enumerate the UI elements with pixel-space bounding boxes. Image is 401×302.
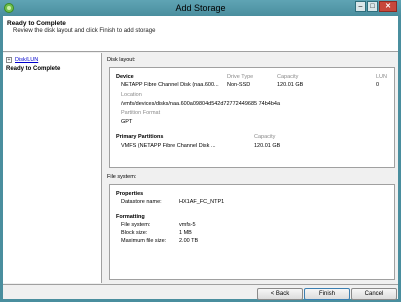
lun-header: LUN bbox=[376, 74, 388, 80]
wizard-client-area: Ready to Complete Review the disk layout… bbox=[3, 16, 398, 300]
partition-format-value: GPT bbox=[121, 119, 133, 125]
drive-type-value: Non-SSD bbox=[227, 82, 251, 88]
file-system-type-value: vmfs-5 bbox=[179, 222, 196, 228]
partition-capacity-value: 120.01 GB bbox=[254, 143, 281, 149]
maximize-button[interactable]: □ bbox=[367, 1, 378, 12]
wizard-steps-nav: + Disk/LUN Ready to Complete bbox=[3, 53, 102, 283]
cancel-button[interactable]: Cancel bbox=[351, 288, 397, 300]
disk-layout-label: Disk layout: bbox=[107, 57, 136, 63]
back-button[interactable]: < Back bbox=[257, 288, 303, 300]
disk-layout-panel: Device Drive Type Capacity LUN NETAPP Fi… bbox=[109, 67, 395, 168]
max-file-size-label: Maximum file size: bbox=[121, 238, 167, 244]
minimize-button[interactable]: – bbox=[355, 1, 366, 12]
nav-current-step: Ready to Complete bbox=[6, 66, 61, 72]
window-title: Add Storage bbox=[175, 3, 226, 13]
datastore-name-value: HX1AF_FC_NTP1 bbox=[179, 199, 225, 205]
partition-format-label: Partition Format bbox=[121, 110, 161, 116]
device-header: Device bbox=[116, 74, 134, 80]
close-button[interactable]: ✕ bbox=[379, 1, 397, 12]
caption-buttons: – □ ✕ bbox=[355, 1, 397, 12]
max-file-size-value: 2.00 TB bbox=[179, 238, 199, 244]
title-bar[interactable]: Add Storage – □ ✕ bbox=[0, 0, 401, 16]
expand-icon[interactable]: + bbox=[6, 57, 12, 63]
datastore-name-label: Datastore name: bbox=[121, 199, 162, 205]
page-subtitle: Review the disk layout and click Finish … bbox=[13, 28, 156, 34]
drive-type-header: Drive Type bbox=[227, 74, 254, 80]
lun-value: 0 bbox=[376, 82, 380, 88]
file-system-label: File system: bbox=[107, 174, 137, 180]
page-title: Ready to Complete bbox=[7, 20, 66, 27]
formatting-header: Formatting bbox=[116, 214, 145, 220]
footer-separator bbox=[3, 284, 398, 285]
capacity-value: 120.01 GB bbox=[277, 82, 304, 88]
nav-step-disk-lun: + Disk/LUN bbox=[6, 57, 38, 63]
partition-capacity-header: Capacity bbox=[254, 134, 276, 140]
primary-partitions-header: Primary Partitions bbox=[116, 134, 164, 140]
capacity-header: Capacity bbox=[277, 74, 299, 80]
add-storage-window: Add Storage – □ ✕ Ready to Complete Revi… bbox=[0, 0, 401, 302]
wizard-content: Disk layout: Device Drive Type Capacity … bbox=[105, 53, 398, 283]
device-name: NETAPP Fibre Channel Disk (naa.600... bbox=[121, 82, 219, 88]
file-system-panel: Properties Datastore name: HX1AF_FC_NTP1… bbox=[109, 184, 395, 280]
wizard-header: Ready to Complete Review the disk layout… bbox=[3, 16, 398, 52]
location-value: /vmfs/devices/disks/naa.600a09804d542d72… bbox=[121, 101, 281, 107]
nav-step-ready-to-complete: Ready to Complete bbox=[6, 66, 60, 72]
block-size-value: 1 MB bbox=[179, 230, 192, 236]
block-size-label: Block size: bbox=[121, 230, 148, 236]
properties-header: Properties bbox=[116, 191, 144, 197]
file-system-type-label: File system: bbox=[121, 222, 151, 228]
location-label: Location bbox=[121, 92, 142, 98]
nav-link-disk-lun[interactable]: Disk/LUN bbox=[15, 57, 38, 63]
finish-button[interactable]: Finish bbox=[304, 288, 350, 300]
partition-name: VMFS (NETAPP Fibre Channel Disk ... bbox=[121, 143, 216, 149]
